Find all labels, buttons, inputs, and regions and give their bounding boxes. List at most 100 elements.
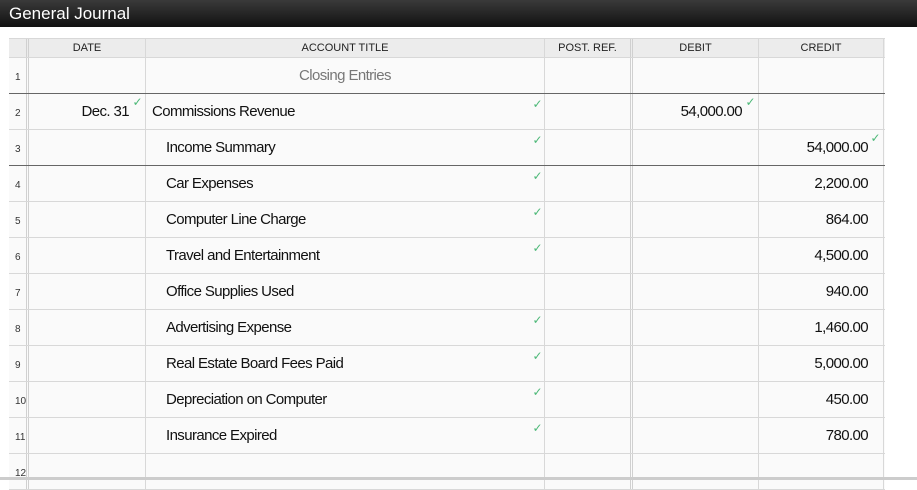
debit-header: DEBIT — [633, 39, 759, 57]
debit-cell[interactable] — [633, 274, 759, 309]
account-cell[interactable]: Closing Entries — [146, 58, 545, 93]
account-cell[interactable] — [146, 454, 545, 489]
row-number-text: 10 — [15, 396, 27, 407]
post-ref-cell[interactable] — [545, 382, 633, 417]
debit-cell[interactable] — [633, 382, 759, 417]
table-row: 1 Closing Entries — [9, 58, 885, 94]
table-row: 12 — [9, 454, 885, 490]
post-ref-cell[interactable] — [545, 274, 633, 309]
account-cell[interactable]: Depreciation on Computer ✓ — [146, 382, 545, 417]
date-cell[interactable] — [29, 202, 146, 237]
table-row: 11 Insurance Expired ✓ 780.00 — [9, 418, 885, 454]
post-ref-cell[interactable] — [545, 166, 633, 201]
date-cell[interactable] — [29, 130, 146, 165]
row-number-header — [9, 39, 29, 57]
row-number-text: 3 — [15, 144, 21, 155]
row-number-text: 1 — [15, 72, 21, 83]
debit-cell[interactable] — [633, 346, 759, 381]
table-row: 8 Advertising Expense ✓ 1,460.00 — [9, 310, 885, 346]
post-ref-cell[interactable] — [545, 202, 633, 237]
date-cell[interactable] — [29, 418, 146, 453]
post-ref-cell[interactable] — [545, 454, 633, 489]
credit-cell[interactable]: 2,200.00 — [759, 166, 884, 201]
debit-cell-text: 54,000.00 — [680, 103, 743, 120]
debit-cell[interactable]: 54,000.00 ✓ — [633, 94, 759, 129]
table-row: 3 Income Summary ✓ 54,000.00 ✓ — [9, 130, 885, 166]
row-number-text: 8 — [15, 324, 21, 335]
row-number: 5 — [9, 202, 29, 237]
credit-cell[interactable] — [759, 454, 884, 489]
account-cell[interactable]: Insurance Expired ✓ — [146, 418, 545, 453]
debit-cell[interactable] — [633, 166, 759, 201]
account-cell[interactable]: Computer Line Charge ✓ — [146, 202, 545, 237]
date-cell[interactable] — [29, 454, 146, 489]
check-icon: ✓ — [532, 241, 543, 255]
date-cell[interactable] — [29, 382, 146, 417]
credit-cell[interactable]: 54,000.00 ✓ — [759, 130, 884, 165]
journal-table: DATE ACCOUNT TITLE POST. REF. DEBIT CRED… — [9, 38, 885, 490]
check-icon: ✓ — [745, 95, 756, 109]
credit-cell[interactable]: 1,460.00 — [759, 310, 884, 345]
credit-cell-text: 54,000.00 — [806, 139, 869, 156]
credit-cell-text: 780.00 — [825, 427, 869, 444]
post-ref-cell[interactable] — [545, 310, 633, 345]
date-cell[interactable]: Dec. 31 ✓ — [29, 94, 146, 129]
credit-cell[interactable]: 5,000.00 — [759, 346, 884, 381]
post-ref-cell[interactable] — [545, 58, 633, 93]
debit-cell[interactable] — [633, 418, 759, 453]
credit-cell[interactable]: 940.00 — [759, 274, 884, 309]
date-cell[interactable] — [29, 58, 146, 93]
check-icon: ✓ — [532, 421, 543, 435]
row-number: 11 — [9, 418, 29, 453]
date-cell[interactable] — [29, 166, 146, 201]
check-icon: ✓ — [532, 349, 543, 363]
table-row: 2 Dec. 31 ✓ Commissions Revenue ✓ 54,000.00 ✓ — [9, 94, 885, 130]
account-cell[interactable]: Travel and Entertainment ✓ — [146, 238, 545, 273]
check-icon: ✓ — [532, 385, 543, 399]
account-cell[interactable]: Advertising Expense ✓ — [146, 310, 545, 345]
row-number: 10 — [9, 382, 29, 417]
credit-cell[interactable]: 4,500.00 — [759, 238, 884, 273]
check-icon: ✓ — [532, 97, 543, 111]
debit-cell[interactable] — [633, 202, 759, 237]
account-cell[interactable]: Commissions Revenue ✓ — [146, 94, 545, 129]
row-number: 6 — [9, 238, 29, 273]
post-ref-cell[interactable] — [545, 94, 633, 129]
credit-cell[interactable] — [759, 94, 884, 129]
debit-cell[interactable] — [633, 310, 759, 345]
post-ref-cell[interactable] — [545, 238, 633, 273]
check-icon: ✓ — [132, 95, 143, 109]
table-row: 6 Travel and Entertainment ✓ 4,500.00 — [9, 238, 885, 274]
date-header: DATE — [29, 39, 146, 57]
credit-cell[interactable] — [759, 58, 884, 93]
table-row: 5 Computer Line Charge ✓ 864.00 — [9, 202, 885, 238]
post-ref-cell[interactable] — [545, 346, 633, 381]
account-cell[interactable]: Income Summary ✓ — [146, 130, 545, 165]
date-cell[interactable] — [29, 346, 146, 381]
debit-cell[interactable] — [633, 238, 759, 273]
debit-cell[interactable] — [633, 130, 759, 165]
debit-cell[interactable] — [633, 454, 759, 489]
post-ref-cell[interactable] — [545, 130, 633, 165]
row-number-text: 11 — [15, 432, 26, 443]
credit-cell-text: 450.00 — [825, 391, 869, 408]
account-cell[interactable]: Real Estate Board Fees Paid ✓ — [146, 346, 545, 381]
credit-cell[interactable]: 864.00 — [759, 202, 884, 237]
row-number: 3 — [9, 130, 29, 165]
post-ref-cell[interactable] — [545, 418, 633, 453]
check-icon: ✓ — [870, 131, 881, 145]
account-cell-text: Travel and Entertainment — [166, 247, 320, 264]
account-cell-text: Advertising Expense — [166, 319, 292, 336]
account-cell[interactable]: Car Expenses ✓ — [146, 166, 545, 201]
account-cell-text: Real Estate Board Fees Paid — [166, 355, 344, 372]
date-cell[interactable] — [29, 274, 146, 309]
credit-cell[interactable]: 780.00 — [759, 418, 884, 453]
row-number: 7 — [9, 274, 29, 309]
date-cell[interactable] — [29, 310, 146, 345]
debit-cell[interactable] — [633, 58, 759, 93]
credit-cell[interactable]: 450.00 — [759, 382, 884, 417]
account-cell[interactable]: Office Supplies Used — [146, 274, 545, 309]
check-icon: ✓ — [532, 133, 543, 147]
credit-header: CREDIT — [759, 39, 884, 57]
date-cell[interactable] — [29, 238, 146, 273]
